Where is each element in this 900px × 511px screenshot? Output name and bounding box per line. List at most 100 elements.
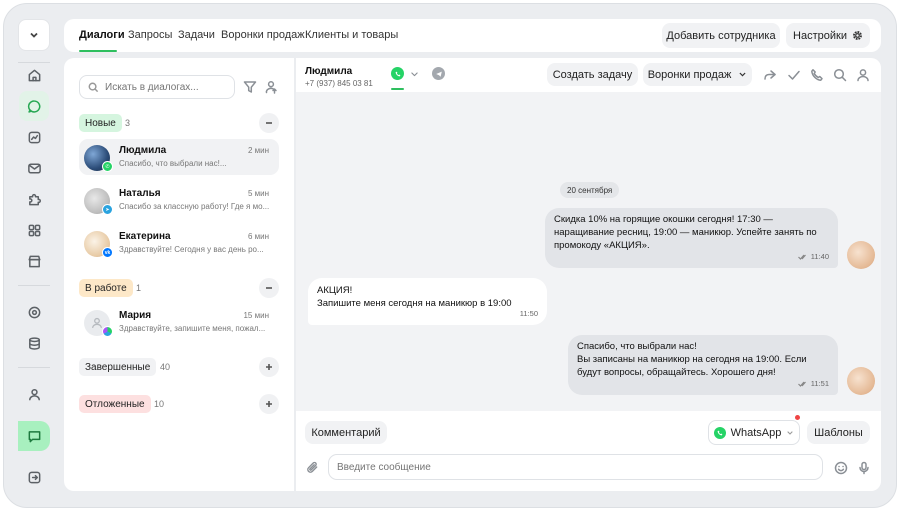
forward-button[interactable]	[762, 67, 778, 83]
check-icon	[788, 70, 800, 80]
top-navigation: Диалоги Запросы Задачи Воронки продаж Кл…	[64, 19, 881, 52]
group-in-work-badge[interactable]: В работе	[79, 279, 133, 297]
tab-clients-products[interactable]: Клиенты и товары	[305, 29, 398, 41]
nav-integrations[interactable]	[19, 184, 49, 214]
whatsapp-icon	[713, 426, 726, 439]
settings-button[interactable]: Настройки	[786, 23, 870, 48]
chevron-down-icon	[410, 71, 418, 76]
templates-button[interactable]: Шаблоны	[807, 421, 870, 444]
collapse-in-work-button[interactable]	[259, 278, 279, 298]
message-text: Скидка 10% на горящие окошки сегодня! 17…	[554, 214, 817, 251]
nav-database[interactable]	[19, 328, 49, 358]
navigation-rail	[10, 10, 58, 496]
user-icon	[28, 388, 40, 400]
group-new-badge[interactable]: Новые	[79, 114, 122, 132]
microphone-icon	[858, 461, 869, 474]
collapse-menu-button[interactable]	[18, 19, 50, 51]
dialog-item[interactable]: Мария 15 мин Здравствуйте, запишите меня…	[79, 304, 279, 340]
nav-chats[interactable]	[19, 91, 49, 121]
chevron-down-icon	[787, 430, 794, 435]
group-done-label: Завершенные	[85, 361, 151, 373]
sales-funnels-label: Воронки продаж	[647, 68, 732, 81]
nav-apps[interactable]	[19, 215, 49, 245]
group-in-work-label: В работе	[85, 282, 127, 294]
dialog-search-input[interactable]	[105, 81, 225, 93]
dialog-time: 6 мин	[247, 232, 269, 241]
support-chat-icon	[28, 430, 40, 442]
comment-button[interactable]: Комментарий	[305, 421, 387, 444]
user-arrow-icon	[265, 81, 277, 94]
dialog-name: Екатерина	[119, 231, 171, 242]
message-time: 11:40	[797, 250, 829, 263]
user-icon	[857, 69, 869, 82]
group-postponed-label: Отложенные	[85, 398, 145, 410]
nav-settings[interactable]	[19, 297, 49, 327]
create-task-label: Создать задачу	[552, 68, 633, 81]
logout-icon	[28, 471, 40, 483]
add-employee-button[interactable]: Добавить сотрудника	[662, 23, 780, 48]
rail-divider	[18, 285, 50, 286]
nav-mail[interactable]	[19, 153, 49, 183]
puzzle-icon	[28, 193, 41, 205]
expand-done-button[interactable]	[259, 357, 279, 377]
tab-requests[interactable]: Запросы	[128, 29, 172, 41]
sales-funnels-dropdown[interactable]: Воронки продаж	[643, 63, 752, 86]
paperclip-icon	[306, 461, 317, 473]
search-messages-button[interactable]	[832, 67, 848, 83]
dialog-list-panel: Новые 3 ✆ Людмила 2 мин Спасибо, что выб…	[64, 58, 294, 491]
tab-tasks[interactable]: Задачи	[178, 29, 215, 41]
message-time: 11:50	[519, 309, 538, 318]
message-text-line: Вы записаны на маникюр на сегодня на 19:…	[577, 354, 807, 378]
contact-profile-button[interactable]	[855, 67, 871, 83]
nav-analytics[interactable]	[19, 122, 49, 152]
filter-button[interactable]	[241, 78, 259, 96]
nav-support-chat[interactable]	[18, 421, 50, 451]
message-composer: Комментарий WhatsApp Шаблоны	[296, 411, 881, 491]
voice-message-button[interactable]	[856, 460, 871, 475]
plus-icon	[266, 364, 272, 370]
whatsapp-channel-icon[interactable]	[391, 67, 404, 80]
smile-icon	[834, 461, 847, 474]
contact-name: Людмила	[305, 66, 353, 77]
message-input[interactable]	[328, 454, 823, 480]
nav-logout[interactable]	[19, 462, 49, 492]
sender-avatar	[847, 241, 875, 269]
call-button[interactable]	[809, 67, 825, 83]
emoji-button[interactable]	[833, 460, 848, 475]
apps-grid-icon	[28, 224, 40, 236]
settings-icon	[28, 306, 40, 318]
search-icon	[833, 68, 847, 82]
double-check-icon	[797, 254, 806, 260]
group-postponed-badge[interactable]: Отложенные	[79, 395, 151, 413]
tab-dialogs[interactable]: Диалоги	[79, 29, 125, 41]
dialog-item[interactable]: ➤ Наталья 5 мин Спасибо за классную рабо…	[79, 182, 279, 218]
channel-dropdown[interactable]	[408, 68, 420, 80]
multi-channel-icon	[102, 326, 113, 337]
collapse-new-button[interactable]	[259, 113, 279, 133]
group-done-count: 40	[160, 362, 171, 372]
chat-panel: Людмила +7 (937) 845 03 81 Создать задач…	[296, 58, 881, 491]
expand-postponed-button[interactable]	[259, 394, 279, 414]
nav-store[interactable]	[19, 246, 49, 276]
telegram-channel-icon[interactable]	[432, 67, 445, 80]
dialog-preview: Здравствуйте! Сегодня у вас день ро...	[119, 245, 264, 254]
create-task-button[interactable]: Создать задачу	[547, 63, 638, 86]
dialog-item[interactable]: ✆ Людмила 2 мин Спасибо, что выбрали нас…	[79, 139, 279, 175]
mark-done-button[interactable]	[786, 67, 802, 83]
nav-profile[interactable]	[19, 379, 49, 409]
send-channel-select[interactable]: WhatsApp	[708, 420, 800, 445]
whatsapp-icon: ✆	[102, 161, 113, 172]
chevron-down-icon	[30, 32, 38, 38]
dialog-search[interactable]	[79, 75, 235, 99]
mail-icon	[27, 163, 41, 173]
message-text-line: АКЦИЯ!	[317, 285, 353, 296]
double-check-icon	[797, 381, 806, 387]
assign-user-button[interactable]	[263, 78, 281, 96]
group-done-badge[interactable]: Завершенные	[79, 358, 157, 376]
group-in-work-count: 1	[136, 283, 142, 293]
nav-home[interactable]	[19, 60, 49, 90]
dialog-item[interactable]: vk Екатерина 6 мин Здравствуйте! Сегодня…	[79, 225, 279, 261]
dialog-time: 2 мин	[247, 146, 269, 155]
tab-sales-funnels[interactable]: Воронки продаж	[221, 29, 305, 41]
attach-button[interactable]	[305, 460, 319, 474]
